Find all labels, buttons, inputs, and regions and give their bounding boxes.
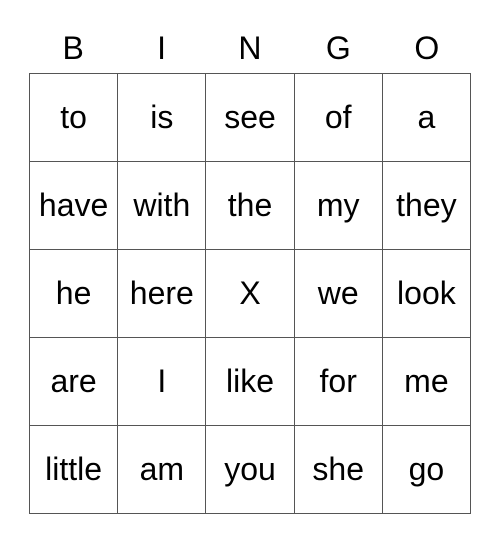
bingo-card-grid: to is see of a have with the my they he … [29, 73, 471, 514]
bingo-cell: my [294, 162, 383, 250]
bingo-cell: for [294, 338, 383, 426]
bingo-cell: of [294, 74, 383, 162]
header-letter-i: I [157, 30, 167, 66]
bingo-header: B I N G O [29, 24, 471, 72]
header-letter-n: N [238, 30, 262, 66]
bingo-cell: we [294, 250, 383, 338]
bingo-cell: the [206, 162, 295, 250]
bingo-cell: little [30, 426, 119, 514]
bingo-cell: a [382, 74, 471, 162]
header-letter-b: B [62, 30, 84, 66]
bingo-cell: I [118, 338, 207, 426]
header-letter-o: O [414, 30, 440, 66]
bingo-cell: you [206, 426, 295, 514]
bingo-cell: here [118, 250, 207, 338]
bingo-cell: see [206, 74, 295, 162]
bingo-cell: go [382, 426, 471, 514]
bingo-cell: he [30, 250, 119, 338]
bingo-cell: are [30, 338, 119, 426]
bingo-cell: is [118, 74, 207, 162]
bingo-cell: look [382, 250, 471, 338]
bingo-cell: am [118, 426, 207, 514]
bingo-cell: they [382, 162, 471, 250]
header-letter-g: G [325, 30, 351, 66]
bingo-cell: with [118, 162, 207, 250]
bingo-cell: me [382, 338, 471, 426]
free-space-cell: X [206, 250, 295, 338]
bingo-cell: to [30, 74, 119, 162]
bingo-cell: she [294, 426, 383, 514]
bingo-cell: have [30, 162, 119, 250]
bingo-cell: like [206, 338, 295, 426]
